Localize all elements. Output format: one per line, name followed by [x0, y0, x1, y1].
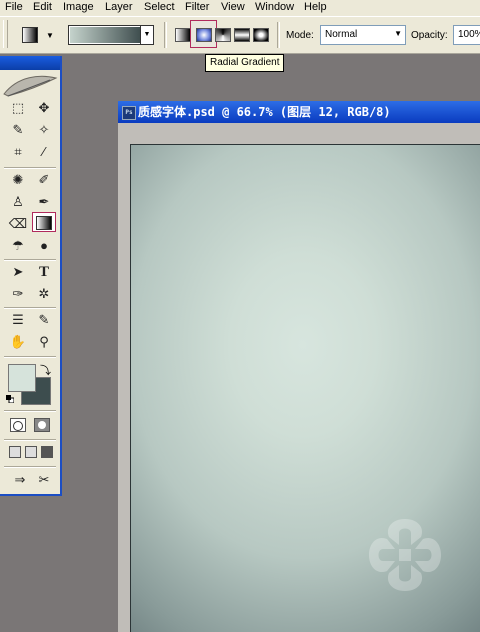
lasso-tool-icon[interactable]: ✎ — [6, 120, 30, 140]
reflected-gradient-button[interactable] — [234, 28, 250, 42]
toolbox: ⬚ ✥ ✎ ✧ ⌗ ⁄ ✺ ✐ ♙ ✒ ⌫ ☂ ● ➤ T ✑ ✲ ☰ ✎ ✋ … — [0, 56, 62, 496]
hand-tool-icon[interactable]: ✋ — [6, 332, 30, 352]
gradient-picker[interactable]: ▼ — [68, 25, 154, 45]
gradient-tool-icon — [22, 27, 38, 43]
full-screen-mode-button[interactable] — [41, 446, 53, 458]
quick-mask-mode-button[interactable] — [34, 418, 50, 432]
full-screen-menu-mode-button[interactable] — [25, 446, 37, 458]
divider — [4, 439, 56, 441]
menu-edit[interactable]: Edit — [33, 1, 52, 13]
mode-select[interactable]: Normal ▼ — [320, 25, 406, 45]
brush-tool-icon[interactable]: ✐ — [32, 170, 56, 190]
menu-bar: File Edit Image Layer Select Filter View… — [0, 0, 480, 16]
jump-to-imageready-icon[interactable]: ⇒ — [8, 470, 32, 490]
gradient-preview — [70, 27, 142, 43]
clone-stamp-tool-icon[interactable]: ♙ — [6, 192, 30, 212]
photoshop-document-icon: Ps — [122, 106, 136, 120]
tool-preset-picker[interactable] — [18, 25, 42, 45]
radial-gradient-button[interactable] — [196, 28, 212, 42]
diamond-gradient-button[interactable] — [253, 28, 269, 42]
menu-image[interactable]: Image — [63, 1, 94, 13]
history-brush-tool-icon[interactable]: ✒ — [32, 192, 56, 212]
type-tool-icon[interactable]: T — [32, 262, 56, 282]
watermark-logo-icon — [369, 519, 441, 591]
menu-layer[interactable]: Layer — [105, 1, 133, 13]
chevron-down-icon[interactable]: ▼ — [140, 26, 153, 44]
divider — [4, 167, 56, 169]
divider — [4, 410, 56, 412]
standard-screen-mode-button[interactable] — [9, 446, 21, 458]
toolbox-titlebar[interactable] — [0, 56, 60, 70]
notes-tool-icon[interactable]: ☰ — [6, 310, 30, 330]
opacity-label: Opacity: — [411, 30, 448, 41]
feather-logo-icon[interactable] — [0, 70, 60, 100]
angle-gradient-button[interactable] — [215, 28, 231, 42]
divider — [4, 356, 56, 358]
pen-tool-icon[interactable]: ✑ — [6, 284, 30, 304]
opacity-input[interactable]: 100% — [453, 25, 480, 45]
opacity-value: 100% — [458, 29, 480, 40]
standard-mode-button[interactable] — [10, 418, 26, 432]
zoom-tool-icon[interactable]: ⚲ — [32, 332, 56, 352]
swap-colors-icon[interactable]: ⤵ — [40, 362, 51, 378]
crop-tool-icon[interactable]: ⌗ — [6, 142, 30, 162]
canvas[interactable] — [130, 144, 480, 632]
blur-tool-icon[interactable]: ☂ — [6, 236, 30, 256]
linear-gradient-button[interactable] — [175, 28, 191, 42]
chevron-down-icon: ▼ — [394, 29, 402, 38]
path-selection-tool-icon[interactable]: ➤ — [6, 262, 30, 282]
divider — [277, 22, 280, 48]
foreground-color-swatch[interactable] — [8, 364, 36, 392]
menu-window[interactable]: Window — [255, 1, 294, 13]
move-tool-icon[interactable]: ✥ — [32, 98, 56, 118]
menu-view[interactable]: View — [221, 1, 245, 13]
marquee-tool-icon[interactable]: ⬚ — [6, 98, 30, 118]
document-title: 质感字体.psd @ 66.7% (图层 12, RGB/8) — [138, 105, 391, 119]
mode-label: Mode: — [286, 30, 314, 41]
menu-help[interactable]: Help — [304, 1, 327, 13]
gradient-tool-icon[interactable] — [32, 212, 56, 232]
slice-tool-icon[interactable]: ⁄ — [32, 142, 56, 162]
divider — [4, 259, 56, 261]
chevron-down-icon[interactable]: ▼ — [46, 31, 54, 40]
menu-filter[interactable]: Filter — [185, 1, 209, 13]
menu-file[interactable]: File — [5, 1, 23, 13]
divider — [4, 466, 56, 468]
healing-brush-tool-icon[interactable]: ✺ — [6, 170, 30, 190]
default-colors-icon[interactable] — [6, 395, 14, 403]
document-titlebar[interactable]: Ps 质感字体.psd @ 66.7% (图层 12, RGB/8) — [118, 101, 480, 123]
document-window: Ps 质感字体.psd @ 66.7% (图层 12, RGB/8) — [118, 101, 480, 632]
imageready-icon[interactable]: ✂ — [32, 470, 56, 490]
options-bar-grip[interactable] — [3, 20, 8, 48]
magic-wand-tool-icon[interactable]: ✧ — [32, 120, 56, 140]
divider — [4, 307, 56, 309]
mode-value: Normal — [325, 29, 358, 40]
eraser-tool-icon[interactable]: ⌫ — [6, 214, 30, 234]
eyedropper-tool-icon[interactable]: ✎ — [32, 310, 56, 330]
dodge-tool-icon[interactable]: ● — [32, 236, 56, 256]
menu-select[interactable]: Select — [144, 1, 175, 13]
custom-shape-tool-icon[interactable]: ✲ — [32, 284, 56, 304]
divider — [164, 22, 167, 48]
tooltip: Radial Gradient — [205, 54, 285, 72]
